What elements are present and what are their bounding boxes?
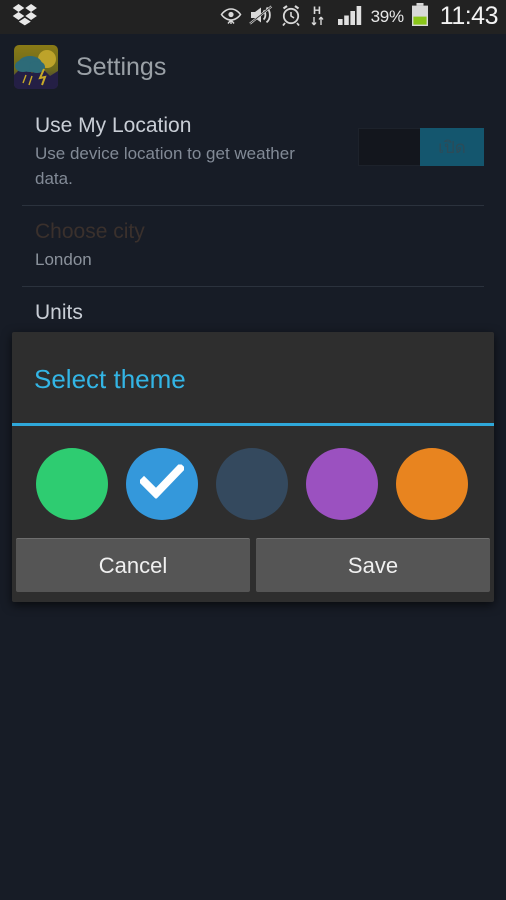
- hspa-data-icon: H: [309, 4, 331, 31]
- check-icon: [138, 462, 186, 504]
- pref-use-my-location[interactable]: Use My Location Use device location to g…: [0, 100, 506, 205]
- weather-app-icon: [14, 45, 58, 89]
- toggle-thumb[interactable]: เปิด: [420, 128, 484, 166]
- dialog-title-divider: [12, 423, 494, 426]
- theme-swatch-row: [12, 437, 494, 531]
- status-bar-right-icons: H 39% 11:43: [220, 1, 506, 32]
- pref-title: Units: [35, 301, 83, 324]
- action-bar: Settings: [0, 34, 506, 100]
- toggle-state-label: เปิด: [438, 137, 466, 157]
- page-title: Settings: [76, 52, 167, 81]
- theme-swatch-slate[interactable]: [216, 448, 288, 520]
- settings-list: Use My Location Use device location to g…: [0, 100, 506, 341]
- dialog-title: Select theme: [34, 364, 186, 394]
- pref-summary: London: [35, 250, 92, 269]
- battery-percent-label: 39%: [370, 7, 404, 26]
- smart-stay-eye-icon: [220, 6, 242, 29]
- pref-title: Choose city: [35, 220, 145, 243]
- cancel-button[interactable]: Cancel: [16, 538, 250, 592]
- alarm-clock-icon: [280, 4, 302, 31]
- pref-summary: Use device location to get weather data.: [35, 144, 295, 188]
- theme-swatch-green[interactable]: [36, 448, 108, 520]
- select-theme-dialog: Select theme Cancel Save: [12, 332, 494, 602]
- dropbox-icon: [12, 3, 38, 32]
- use-my-location-toggle[interactable]: เปิด: [358, 128, 484, 166]
- theme-swatch-purple[interactable]: [306, 448, 378, 520]
- save-button[interactable]: Save: [256, 538, 490, 592]
- phone-screen: H 39% 11:43 Settings Use My Location Use…: [0, 0, 506, 900]
- pref-choose-city[interactable]: Choose city London: [0, 206, 506, 286]
- dialog-button-bar: Cancel Save: [12, 534, 494, 602]
- theme-swatch-orange[interactable]: [396, 448, 468, 520]
- theme-swatch-blue[interactable]: [126, 448, 198, 520]
- status-bar-clock: 11:43: [439, 1, 499, 30]
- sound-mute-icon: [248, 5, 273, 30]
- signal-bars-icon: [337, 5, 364, 30]
- battery-icon: [411, 2, 429, 32]
- status-bar-left-icons: [0, 3, 38, 32]
- status-bar: H 39% 11:43: [0, 0, 506, 34]
- svg-text:H: H: [313, 5, 321, 17]
